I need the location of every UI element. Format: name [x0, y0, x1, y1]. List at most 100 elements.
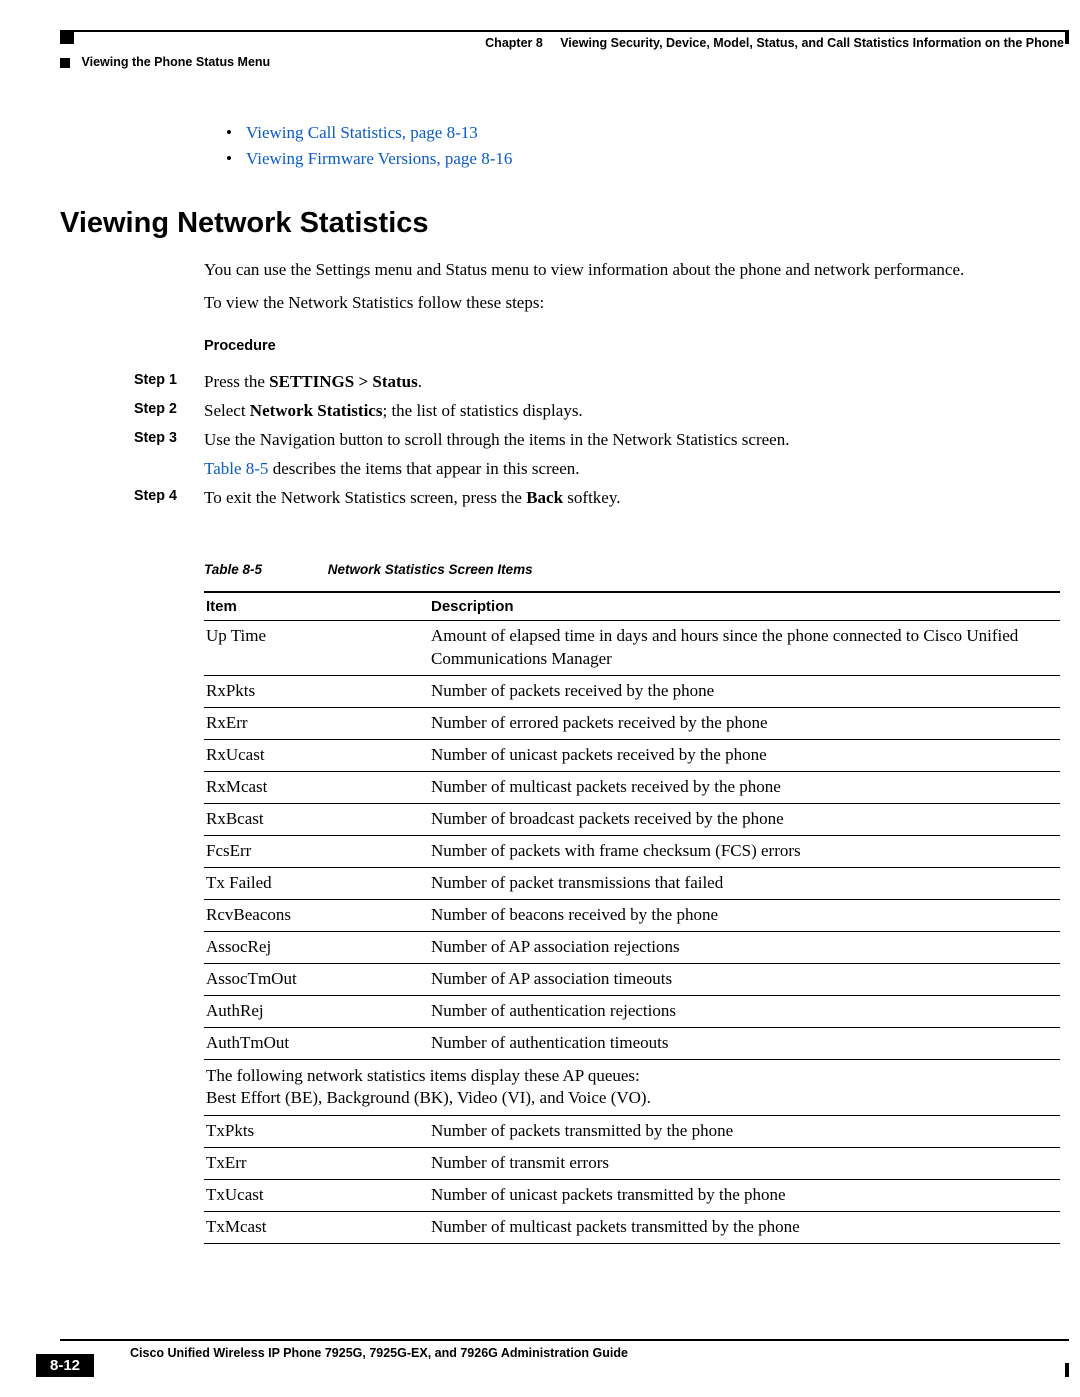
table-number: Table 8-5: [204, 562, 324, 577]
item-cell: RxPkts: [204, 676, 429, 708]
description-cell: Number of packets with frame checksum (F…: [429, 835, 1060, 867]
step-text: describes the items that appear in this …: [268, 459, 579, 478]
step-text: To exit the Network Statistics screen, p…: [204, 488, 526, 507]
step-bold: SETTINGS > Status: [269, 372, 418, 391]
footer-marker-right: [1065, 1363, 1069, 1377]
description-cell: Number of packet transmissions that fail…: [429, 867, 1060, 899]
step-text: ; the list of statistics displays.: [382, 401, 582, 420]
table-caption: Table 8-5 Network Statistics Screen Item…: [204, 562, 1060, 577]
section-header: Viewing the Phone Status Menu: [60, 55, 270, 69]
running-header: Chapter 8 Viewing Security, Device, Mode…: [60, 36, 1064, 50]
item-cell: FcsErr: [204, 835, 429, 867]
step-row: Step 2 Select Network Statistics; the li…: [134, 397, 1060, 426]
item-cell: Up Time: [204, 621, 429, 676]
table-row: TxUcastNumber of unicast packets transmi…: [204, 1180, 1060, 1212]
step-bold: Back: [526, 488, 563, 507]
table-row: RxBcastNumber of broadcast packets recei…: [204, 804, 1060, 836]
table-row: AssocTmOutNumber of AP association timeo…: [204, 963, 1060, 995]
table-row: FcsErrNumber of packets with frame check…: [204, 835, 1060, 867]
header-marker-right: [1065, 30, 1069, 44]
description-cell: Number of multicast packets transmitted …: [429, 1212, 1060, 1244]
item-cell: Tx Failed: [204, 867, 429, 899]
step-text: Use the Navigation button to scroll thro…: [204, 426, 1060, 455]
step-text: softkey.: [563, 488, 620, 507]
step-label: Step 3: [134, 426, 204, 484]
table-row: AuthRejNumber of authentication rejectio…: [204, 995, 1060, 1027]
description-cell: Number of packets received by the phone: [429, 676, 1060, 708]
bullet-list: • Viewing Call Statistics, page 8-13 • V…: [226, 120, 1060, 173]
intro-paragraph-2: To view the Network Statistics follow th…: [204, 291, 1060, 316]
description-cell: Number of broadcast packets received by …: [429, 804, 1060, 836]
bullet-link[interactable]: Viewing Call Statistics, page 8-13: [246, 120, 478, 146]
description-cell: Number of AP association timeouts: [429, 963, 1060, 995]
item-cell: TxMcast: [204, 1212, 429, 1244]
page: Chapter 8 Viewing Security, Device, Mode…: [0, 0, 1080, 1397]
description-cell: Number of multicast packets received by …: [429, 772, 1060, 804]
item-cell: AssocTmOut: [204, 963, 429, 995]
description-cell: Number of beacons received by the phone: [429, 899, 1060, 931]
step-row: Step 1 Press the SETTINGS > Status.: [134, 368, 1060, 397]
step-body: Select Network Statistics; the list of s…: [204, 397, 1060, 426]
item-cell: TxErr: [204, 1148, 429, 1180]
page-number: 8-12: [36, 1354, 94, 1377]
table-row: RxMcastNumber of multicast packets recei…: [204, 772, 1060, 804]
section-heading: Viewing Network Statistics: [60, 207, 1060, 240]
section-title: Viewing the Phone Status Menu: [81, 55, 270, 69]
procedure-heading: Procedure: [204, 338, 1060, 354]
description-cell: Amount of elapsed time in days and hours…: [429, 621, 1060, 676]
item-cell: RxUcast: [204, 740, 429, 772]
item-cell: RxMcast: [204, 772, 429, 804]
item-cell: AuthRej: [204, 995, 429, 1027]
description-cell: Number of errored packets received by th…: [429, 708, 1060, 740]
table-row: TxMcastNumber of multicast packets trans…: [204, 1212, 1060, 1244]
table-title: Network Statistics Screen Items: [328, 562, 533, 577]
col-header-item: Item: [204, 592, 429, 621]
step-row: Step 3 Use the Navigation button to scro…: [134, 426, 1060, 484]
step-body: To exit the Network Statistics screen, p…: [204, 484, 1060, 513]
description-cell: Number of authentication timeouts: [429, 1027, 1060, 1059]
table-row: RxUcastNumber of unicast packets receive…: [204, 740, 1060, 772]
item-cell: RcvBeacons: [204, 899, 429, 931]
step-body: Press the SETTINGS > Status.: [204, 368, 1060, 397]
item-cell: TxUcast: [204, 1180, 429, 1212]
bullet-icon: •: [226, 146, 246, 172]
step-bold: Network Statistics: [250, 401, 383, 420]
section-marker-icon: [60, 58, 70, 68]
table-row: AssocRejNumber of AP association rejecti…: [204, 931, 1060, 963]
header-rule: [60, 30, 1069, 32]
table-row: RxErrNumber of errored packets received …: [204, 708, 1060, 740]
description-cell: Number of unicast packets received by th…: [429, 740, 1060, 772]
table-row: TxPktsNumber of packets transmitted by t…: [204, 1116, 1060, 1148]
content-area: • Viewing Call Statistics, page 8-13 • V…: [60, 120, 1060, 1244]
step-text: Press the: [204, 372, 269, 391]
item-cell: AuthTmOut: [204, 1027, 429, 1059]
procedure-steps: Step 1 Press the SETTINGS > Status. Step…: [134, 368, 1060, 512]
span-note-line2: Best Effort (BE), Background (BK), Video…: [206, 1087, 1052, 1110]
description-cell: Number of packets transmitted by the pho…: [429, 1116, 1060, 1148]
description-cell: Number of authentication rejections: [429, 995, 1060, 1027]
table-row: Tx FailedNumber of packet transmissions …: [204, 867, 1060, 899]
footer-guide-title: Cisco Unified Wireless IP Phone 7925G, 7…: [130, 1346, 628, 1360]
step-text: .: [418, 372, 422, 391]
table-block: Table 8-5 Network Statistics Screen Item…: [204, 562, 1060, 1244]
item-cell: RxBcast: [204, 804, 429, 836]
chapter-label: Chapter 8: [485, 36, 543, 50]
list-item: • Viewing Call Statistics, page 8-13: [226, 120, 1060, 146]
step-label: Step 4: [134, 484, 204, 513]
chapter-title: Viewing Security, Device, Model, Status,…: [560, 36, 1064, 50]
table-row: AuthTmOutNumber of authentication timeou…: [204, 1027, 1060, 1059]
bullet-icon: •: [226, 120, 246, 146]
bullet-link[interactable]: Viewing Firmware Versions, page 8-16: [246, 146, 512, 172]
table-span-row: The following network statistics items d…: [204, 1059, 1060, 1116]
table-row: RxPktsNumber of packets received by the …: [204, 676, 1060, 708]
col-header-description: Description: [429, 592, 1060, 621]
table-ref-link[interactable]: Table 8-5: [204, 459, 268, 478]
intro-paragraph-1: You can use the Settings menu and Status…: [204, 258, 1060, 283]
span-note-line1: The following network statistics items d…: [206, 1065, 1052, 1088]
step-row: Step 4 To exit the Network Statistics sc…: [134, 484, 1060, 513]
table-row: Up TimeAmount of elapsed time in days an…: [204, 621, 1060, 676]
table-row: TxErrNumber of transmit errors: [204, 1148, 1060, 1180]
description-cell: Number of AP association rejections: [429, 931, 1060, 963]
step-body: Use the Navigation button to scroll thro…: [204, 426, 1060, 484]
step-label: Step 2: [134, 397, 204, 426]
